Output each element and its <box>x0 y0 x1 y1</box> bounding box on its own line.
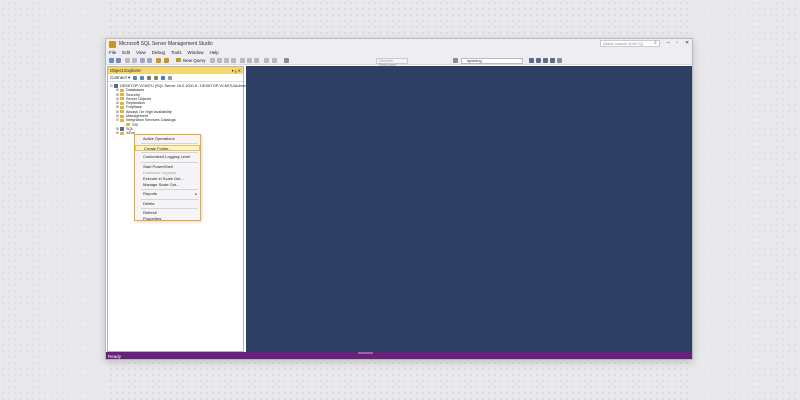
window-icon[interactable] <box>550 58 555 63</box>
menu-separator <box>141 198 198 200</box>
context-menu-item[interactable]: Properties <box>135 216 200 222</box>
context-menu-item-label: Delete <box>143 200 155 206</box>
context-menu-item[interactable]: Customized Logging Level <box>135 154 200 160</box>
folder-icon[interactable] <box>543 58 548 63</box>
context-menu-item-label: Manage Scale Out... <box>143 182 180 188</box>
context-menu-item-label: Customized Logging Level <box>143 154 191 160</box>
context-menu-item-label: Start PowerShell <box>143 163 173 169</box>
context-menu-item[interactable]: Reports ▸ <box>135 191 200 197</box>
context-menu-item[interactable]: Delete <box>135 201 200 207</box>
menu-separator <box>141 189 198 191</box>
folder-icon <box>120 118 124 122</box>
query-icon[interactable] <box>210 58 215 63</box>
menu-help[interactable]: Help <box>210 50 219 55</box>
undo-icon[interactable] <box>264 58 269 63</box>
close-icon[interactable]: ✕ <box>685 40 689 46</box>
panel-controls[interactable]: ▾ ᵩ ✕ <box>232 68 241 73</box>
menu-edit[interactable]: Edit <box>122 50 130 55</box>
filter-icon[interactable] <box>154 75 159 80</box>
query-icon[interactable] <box>217 58 222 63</box>
debugger-dropdown[interactable]: Generic Debugger <box>376 57 408 66</box>
context-menu: Active Operations Create Folder... Customi… <box>134 134 201 221</box>
maximize-icon[interactable]: ▫ <box>676 40 678 46</box>
wrench-icon[interactable] <box>536 58 541 63</box>
database-select[interactable]: spwning <box>461 57 523 64</box>
new-project-icon[interactable] <box>125 58 130 63</box>
context-menu-item-label: Reports <box>143 191 158 197</box>
folder-icon <box>120 93 124 97</box>
redo-icon[interactable] <box>272 58 277 63</box>
menu-bar: File Edit View Debug Tools Window Help <box>106 49 692 56</box>
object-explorer-toolbar: Connect ▾ <box>108 74 243 82</box>
connect-button[interactable]: Connect ▾ <box>110 75 130 81</box>
undo-icon[interactable] <box>156 58 161 63</box>
activity-icon[interactable] <box>168 75 173 80</box>
folder-icon <box>126 123 130 127</box>
document-area <box>246 66 692 352</box>
open-file-icon[interactable] <box>132 58 137 63</box>
server-icon <box>114 84 118 88</box>
toolbar: New Query Generic Debugger spwning <box>106 56 692 66</box>
folder-icon <box>120 131 124 135</box>
context-menu-item-label: Execute in Scale Out... <box>143 175 184 181</box>
quick-launch-input[interactable]: Quick Launch (Ctrl+Q) <box>600 40 660 47</box>
copy-icon[interactable] <box>247 58 252 63</box>
context-menu-item[interactable]: Active Operations <box>135 136 200 142</box>
context-menu-item-label: Database Upgrade <box>143 169 177 175</box>
save-icon[interactable] <box>140 58 145 63</box>
folder-icon <box>120 114 124 118</box>
search-icon[interactable] <box>529 58 534 63</box>
object-explorer-title: Object Explorer <box>110 68 142 73</box>
redo-icon[interactable] <box>164 58 169 63</box>
back-icon[interactable] <box>109 58 114 63</box>
ssms-window: Microsoft SQL Server Management Studio Q… <box>105 38 693 360</box>
context-menu-item-label: Properties <box>143 215 162 221</box>
server-icon <box>120 127 124 131</box>
save-all-icon[interactable] <box>147 58 152 63</box>
search-icon[interactable]: ⌕ <box>654 40 657 46</box>
menu-view[interactable]: View <box>136 50 146 55</box>
cut-icon[interactable] <box>240 58 245 63</box>
stop-icon[interactable] <box>147 75 152 80</box>
context-menu-item[interactable]: Manage Scale Out... <box>135 182 200 188</box>
submenu-arrow-icon: ▸ <box>195 192 197 197</box>
context-menu-item-label: Refresh <box>143 209 158 215</box>
filter-icon[interactable] <box>453 58 458 63</box>
window-title: Microsoft SQL Server Management Studio <box>119 41 213 47</box>
minimize-icon[interactable]: – <box>667 40 670 46</box>
context-menu-item-label: Create Folder... <box>144 146 172 152</box>
object-explorer-tree: ⊟ DESKTOP-VCMI7U (SQL Server 16.0.1000.6 … <box>108 82 247 136</box>
connect-icon[interactable] <box>133 75 138 80</box>
query-icon[interactable] <box>231 58 236 63</box>
folder-icon <box>120 101 124 105</box>
query-icon[interactable] <box>224 58 229 63</box>
folder-icon <box>120 110 124 114</box>
new-query-button[interactable]: New Query <box>176 58 206 63</box>
object-explorer-header: Object Explorer ▾ ᵩ ✕ <box>108 67 243 74</box>
paste-icon[interactable] <box>254 58 259 63</box>
ssms-app-icon <box>109 40 116 48</box>
folder-icon <box>120 105 124 109</box>
folder-icon <box>120 88 124 92</box>
toolbar-options-icon[interactable] <box>557 58 562 63</box>
menu-window[interactable]: Window <box>188 50 204 55</box>
context-menu-item[interactable]: Create Folder... <box>135 145 200 152</box>
menu-separator <box>141 152 198 154</box>
forward-icon[interactable] <box>116 58 121 63</box>
disconnect-icon[interactable] <box>140 75 145 80</box>
menu-separator <box>141 143 198 145</box>
menu-separator <box>141 161 198 163</box>
menu-separator <box>141 207 198 209</box>
menu-debug[interactable]: Debug <box>152 50 165 55</box>
menu-tools[interactable]: Tools <box>171 50 182 55</box>
menu-file[interactable]: File <box>109 50 116 55</box>
folder-icon <box>120 97 124 101</box>
status-text: Ready <box>108 354 122 359</box>
status-bar: Ready <box>106 352 692 359</box>
context-menu-item-label: Active Operations <box>143 136 175 141</box>
refresh-icon[interactable] <box>161 75 166 80</box>
properties-icon[interactable] <box>284 58 289 63</box>
